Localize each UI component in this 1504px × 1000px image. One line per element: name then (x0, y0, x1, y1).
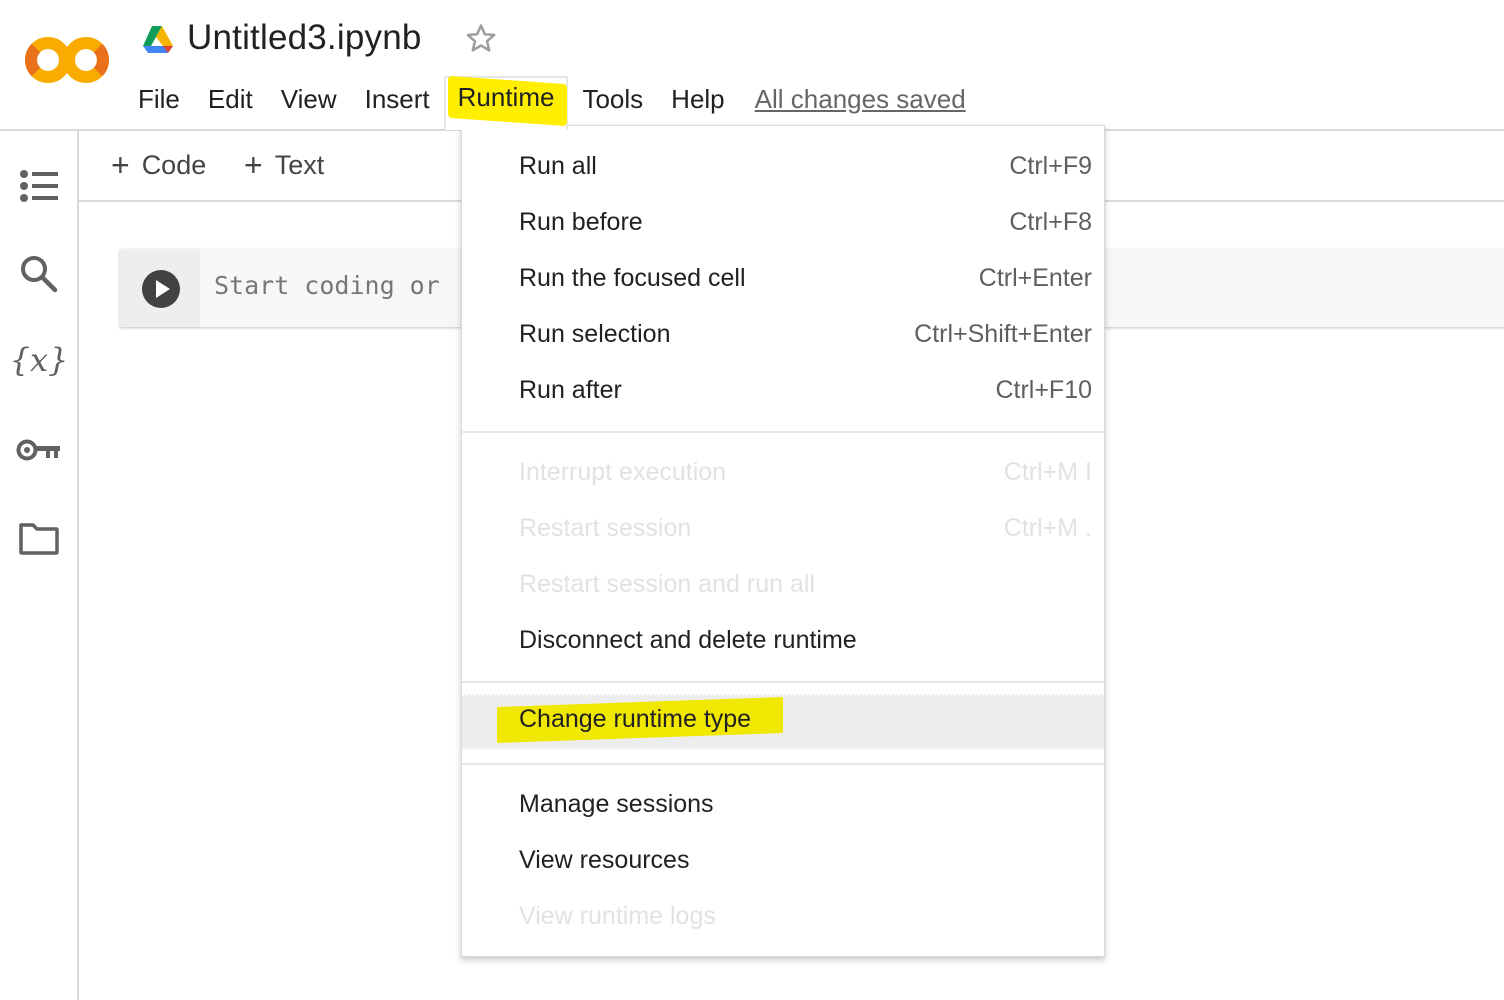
menu-item-label: Restart session and run all (519, 570, 815, 598)
menu-item-label: View runtime logs (519, 902, 716, 930)
menu-item-label: Run selection (519, 320, 671, 348)
menu-item-label: Run all (519, 152, 597, 180)
menu-insert[interactable]: Insert (351, 78, 444, 120)
files-button[interactable] (14, 513, 64, 563)
menu-item-label: Restart session (519, 514, 692, 542)
add-code-cell-button[interactable]: + Code (111, 145, 206, 185)
add-code-label: Code (141, 149, 207, 180)
menu-item-view-resources[interactable]: View resources (462, 833, 1104, 889)
variables-button[interactable]: {x} (10, 335, 69, 385)
notebook-title[interactable]: Untitled3.ipynb (187, 18, 422, 58)
menu-item-interrupt-execution: Interrupt execution Ctrl+M I (462, 445, 1104, 501)
secrets-button[interactable] (14, 425, 64, 475)
menu-item-label: Manage sessions (519, 790, 714, 818)
menu-item-shortcut: Ctrl+F10 (995, 376, 1092, 404)
menu-item-label: Run after (519, 376, 622, 404)
runtime-dropdown-menu: Run all Ctrl+F9 Run before Ctrl+F8 Run t… (461, 125, 1105, 957)
menu-item-view-runtime-logs: View runtime logs (462, 889, 1104, 945)
cell-gutter (120, 249, 200, 327)
table-of-contents-button[interactable] (14, 161, 64, 211)
star-icon[interactable] (462, 20, 500, 58)
cell-editor-placeholder[interactable]: Start coding or (214, 271, 440, 300)
menu-item-shortcut: Ctrl+Shift+Enter (914, 320, 1092, 348)
menu-runtime-label: Runtime (457, 82, 555, 112)
menu-item-shortcut: Ctrl+F8 (1009, 208, 1092, 236)
files-folder-icon (19, 523, 59, 555)
menu-item-shortcut: Ctrl+Enter (978, 264, 1092, 292)
header: Untitled3.ipynb File Edit View Insert Ru… (0, 0, 1504, 131)
menu-item-disconnect-delete-runtime[interactable]: Disconnect and delete runtime (462, 613, 1104, 669)
search-button[interactable] (14, 249, 64, 299)
menu-item-shortcut: Ctrl+F9 (1009, 152, 1092, 180)
secrets-key-icon (16, 439, 60, 461)
menu-item-shortcut: Ctrl+M I (1003, 458, 1092, 486)
menu-item-run-after[interactable]: Run after Ctrl+F10 (462, 363, 1104, 419)
add-text-cell-button[interactable]: + Text (244, 145, 324, 185)
google-drive-icon[interactable] (141, 24, 175, 54)
menu-item-label: Run the focused cell (519, 264, 746, 292)
menu-item-manage-sessions[interactable]: Manage sessions (462, 777, 1104, 833)
menu-view[interactable]: View (267, 78, 351, 120)
menubar: File Edit View Insert Runtime Tools Help… (124, 75, 966, 130)
menu-item-label: Change runtime type (519, 705, 752, 733)
save-status-link[interactable]: All changes saved (739, 84, 966, 115)
search-icon (21, 256, 58, 293)
menu-divider (462, 681, 1104, 683)
menu-item-label: View resources (519, 846, 690, 874)
plus-icon: + (111, 146, 130, 183)
table-of-contents-icon (20, 170, 58, 202)
menu-item-run-all[interactable]: Run all Ctrl+F9 (462, 139, 1104, 195)
left-sidebar: {x} (0, 131, 79, 1000)
menu-help[interactable]: Help (657, 78, 738, 120)
colab-logo[interactable] (24, 34, 110, 86)
menu-item-label: Run before (519, 208, 643, 236)
add-text-label: Text (274, 149, 325, 180)
menu-item-run-before[interactable]: Run before Ctrl+F8 (462, 195, 1104, 251)
menu-item-run-selection[interactable]: Run selection Ctrl+Shift+Enter (462, 307, 1104, 363)
run-cell-button[interactable] (142, 270, 180, 308)
menu-item-run-focused-cell[interactable]: Run the focused cell Ctrl+Enter (462, 251, 1104, 307)
menu-edit[interactable]: Edit (194, 78, 267, 120)
menu-item-restart-and-run-all: Restart session and run all (462, 557, 1104, 613)
variables-icon: {x} (9, 341, 69, 379)
menu-tools[interactable]: Tools (568, 78, 657, 120)
menu-item-shortcut: Ctrl+M . (1003, 514, 1092, 542)
menu-runtime[interactable]: Runtime (443, 75, 569, 130)
menu-item-change-runtime-type[interactable]: Change runtime type (462, 694, 1104, 750)
menu-divider (462, 763, 1104, 765)
menu-item-label: Interrupt execution (519, 458, 727, 486)
menu-divider (462, 431, 1104, 433)
menu-file[interactable]: File (124, 78, 194, 120)
plus-icon: + (244, 146, 263, 183)
menu-item-label: Disconnect and delete runtime (519, 626, 857, 654)
menu-item-restart-session: Restart session Ctrl+M . (462, 501, 1104, 557)
